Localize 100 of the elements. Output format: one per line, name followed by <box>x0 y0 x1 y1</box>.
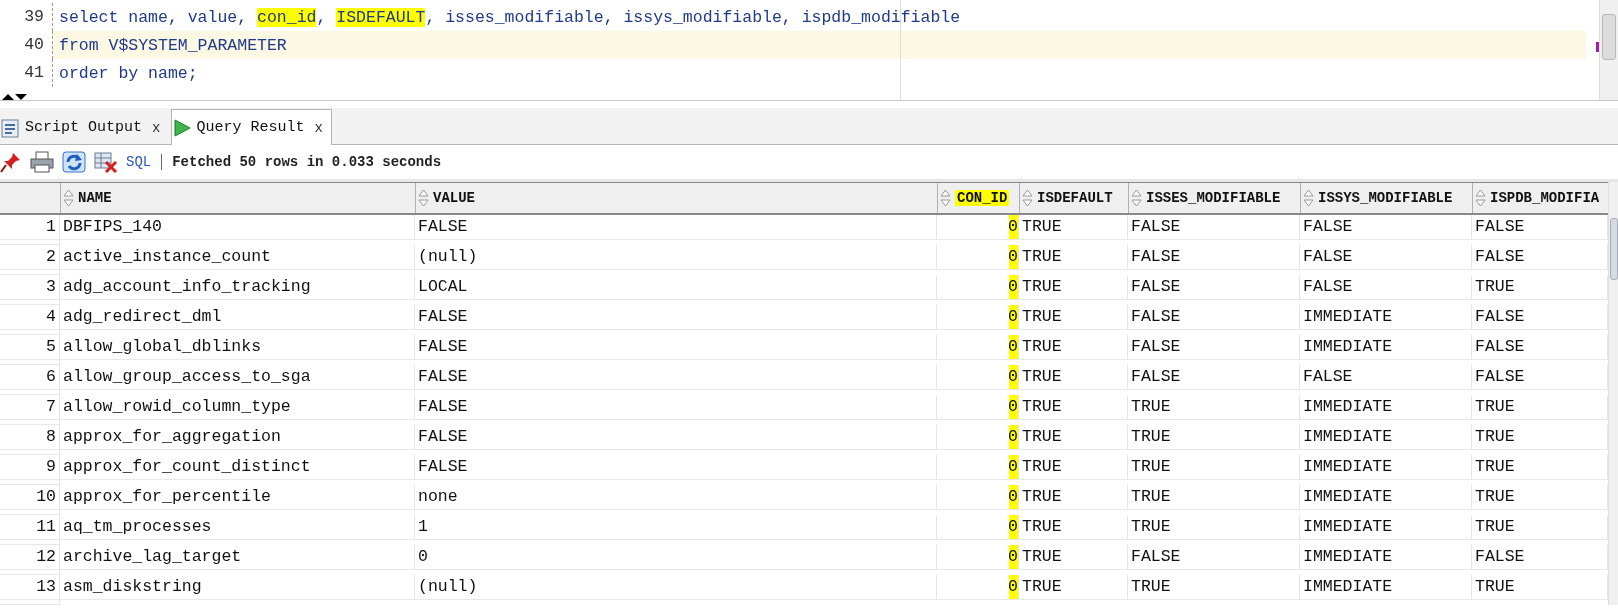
column-header[interactable]: VALUE <box>415 183 937 213</box>
row-number: 4 <box>0 305 60 330</box>
table-cell: 0 <box>937 515 1019 540</box>
row-number: 10 <box>0 485 60 510</box>
table-cell: adg_redirect_dml <box>60 305 415 330</box>
table-cell: FALSE <box>1128 215 1300 240</box>
sort-icon[interactable] <box>418 189 429 207</box>
table-cell: aq_tm_processes <box>60 515 415 540</box>
splitter-arrows-icon[interactable] <box>2 94 27 100</box>
table-cell: FALSE <box>1128 275 1300 300</box>
table-cell: FALSE <box>1300 365 1472 390</box>
row-number: 8 <box>0 425 60 450</box>
table-cell: FALSE <box>1300 245 1472 270</box>
table-cell: TRUE <box>1128 515 1300 540</box>
table-cell: 0 <box>937 365 1019 390</box>
column-header[interactable]: NAME <box>60 183 415 213</box>
table-cell: TRUE <box>1019 425 1128 450</box>
table-cell: IMMEDIATE <box>1300 515 1472 540</box>
line-number: 41 <box>0 59 53 87</box>
scrollbar[interactable] <box>1608 182 1618 605</box>
table-cell: TRUE <box>1019 575 1128 600</box>
table-cell: 0 <box>937 245 1019 270</box>
result-tab[interactable]: Script Output x <box>0 110 170 144</box>
table-cell: (null) <box>415 575 937 600</box>
row-number: 9 <box>0 455 60 480</box>
sort-icon[interactable] <box>1475 189 1486 207</box>
scrollbar[interactable] <box>1599 0 1618 100</box>
table-cell: FALSE <box>1128 245 1300 270</box>
code-line: order by name; <box>58 62 199 85</box>
row-number: 5 <box>0 335 60 360</box>
table-cell: TRUE <box>1019 455 1128 480</box>
table-cell: 0 <box>937 455 1019 480</box>
table-cell: 1 <box>415 515 937 540</box>
table-cell: (null) <box>415 245 937 270</box>
row-number: 11 <box>0 515 60 540</box>
close-button[interactable]: x <box>314 119 323 136</box>
table-cell: TRUE <box>1128 425 1300 450</box>
row-number: 3 <box>0 275 60 300</box>
table-cell: TRUE <box>1019 305 1128 330</box>
table-cell: FALSE <box>415 425 937 450</box>
table-cell: 0 <box>937 485 1019 510</box>
table-cell: IMMEDIATE <box>1300 425 1472 450</box>
delete-icon[interactable] <box>94 151 118 173</box>
table-cell: FALSE <box>1128 305 1300 330</box>
play-icon <box>172 117 193 138</box>
column-header[interactable]: ISDEFAULT <box>1019 183 1128 213</box>
sort-icon[interactable] <box>1303 189 1314 207</box>
sort-icon[interactable] <box>1131 189 1142 207</box>
table-cell: 0 <box>937 275 1019 300</box>
row-number: 13 <box>0 575 60 600</box>
column-header[interactable]: ISSYS_MODIFIABLE <box>1300 183 1472 213</box>
table-cell: 0 <box>937 575 1019 600</box>
table-cell: approx_for_percentile <box>60 485 415 510</box>
column-header[interactable]: CON_ID <box>937 183 1019 213</box>
table-cell: IMMEDIATE <box>1300 395 1472 420</box>
table-cell: TRUE <box>1019 545 1128 570</box>
table-cell: FALSE <box>1300 275 1472 300</box>
printer-icon[interactable] <box>30 151 54 173</box>
close-button[interactable]: x <box>152 119 161 136</box>
pin-icon[interactable] <box>0 151 22 173</box>
table-cell: 0 <box>937 335 1019 360</box>
row-number: 2 <box>0 245 60 270</box>
row-number: 12 <box>0 545 60 570</box>
table-cell: TRUE <box>1019 515 1128 540</box>
table-cell: TRUE <box>1128 575 1300 600</box>
table-cell: approx_for_aggregation <box>60 425 415 450</box>
table-cell: IMMEDIATE <box>1300 485 1472 510</box>
table-cell: active_instance_count <box>60 245 415 270</box>
table-cell: FALSE <box>415 455 937 480</box>
table-cell: FALSE <box>1128 335 1300 360</box>
table-cell: DBFIPS_140 <box>60 215 415 240</box>
scroll-thumb[interactable] <box>1610 218 1618 280</box>
column-header[interactable]: ISSES_MODIFIABLE <box>1128 183 1300 213</box>
sql-button[interactable]: SQL <box>126 154 152 170</box>
row-number: 7 <box>0 395 60 420</box>
result-tab[interactable]: Query Result x <box>171 109 332 145</box>
scroll-thumb[interactable] <box>1602 14 1616 60</box>
table-cell: TRUE <box>1019 485 1128 510</box>
line-number: 39 <box>0 3 53 31</box>
code-line: select name, value, con_id, ISDEFAULT, isses_modifiable, issys_modifiable, ispdb_modifiable <box>58 6 962 29</box>
table-cell: asm_diskstring <box>60 575 415 600</box>
table-cell: archive_lag_target <box>60 545 415 570</box>
table-cell: TRUE <box>1128 395 1300 420</box>
sort-icon[interactable] <box>63 189 74 207</box>
table-cell: FALSE <box>1300 215 1472 240</box>
table-cell: TRUE <box>1019 275 1128 300</box>
table-cell: IMMEDIATE <box>1300 545 1472 570</box>
table-cell: IMMEDIATE <box>1300 305 1472 330</box>
table-cell: approx_for_count_distinct <box>60 455 415 480</box>
table-cell: TRUE <box>1019 335 1128 360</box>
table-cell: FALSE <box>1128 365 1300 390</box>
table-cell: TRUE <box>1019 215 1128 240</box>
table-cell: 0 <box>937 215 1019 240</box>
refresh-icon[interactable] <box>62 151 86 173</box>
sort-icon[interactable] <box>1022 189 1033 207</box>
table-cell: FALSE <box>1128 545 1300 570</box>
table-cell: IMMEDIATE <box>1300 455 1472 480</box>
table-cell: allow_global_dblinks <box>60 335 415 360</box>
sort-icon[interactable] <box>940 189 951 207</box>
table-cell: IMMEDIATE <box>1300 575 1472 600</box>
